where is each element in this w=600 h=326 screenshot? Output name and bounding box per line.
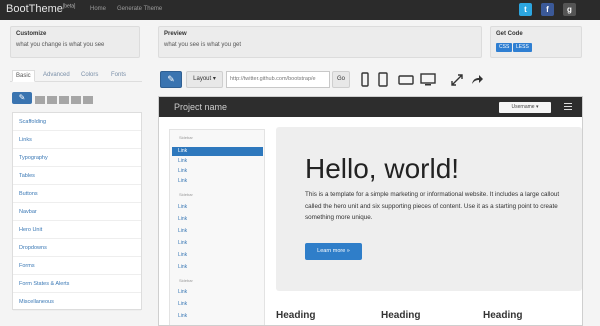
preview-sidebar: Sidebar Link Link Link Link Sidebar Link… — [169, 129, 265, 325]
sidebar-link[interactable]: Link — [172, 312, 263, 321]
top-navbar: BootTheme[beta] Home Generate Theme t f … — [0, 0, 600, 20]
color-swatch[interactable] — [59, 96, 69, 104]
tab-colors[interactable]: Colors — [78, 70, 101, 82]
menu-item-typography[interactable]: Typography — [13, 149, 141, 167]
tablet-landscape-icon[interactable] — [398, 72, 414, 87]
nav-home-link[interactable]: Home — [90, 6, 106, 12]
palette-icon[interactable]: ✎ — [12, 92, 32, 104]
get-code-box: Get Code CSS LESS — [490, 26, 582, 58]
expand-icon[interactable] — [450, 72, 464, 87]
tab-fonts[interactable]: Fonts — [108, 70, 129, 82]
color-swatch[interactable] — [47, 96, 57, 104]
content-heading: Heading — [276, 310, 316, 321]
menu-icon[interactable] — [564, 103, 572, 110]
sidebar-link[interactable]: Link — [172, 203, 263, 212]
tablet-icon[interactable] — [376, 72, 390, 87]
nav-generate-theme-link[interactable]: Generate Theme — [117, 6, 162, 12]
menu-item-form-states[interactable]: Form States & Alerts — [13, 275, 141, 293]
learn-more-button[interactable]: Learn more » — [305, 243, 362, 260]
color-swatch[interactable] — [71, 96, 81, 104]
phone-icon[interactable] — [358, 72, 372, 87]
preview-brand[interactable]: Project name — [174, 102, 227, 112]
get-code-title: Get Code — [496, 31, 523, 37]
menu-item-forms[interactable]: Forms — [13, 257, 141, 275]
hero-text: This is a template for a simple marketin… — [305, 191, 560, 221]
css-button[interactable]: CSS — [496, 43, 513, 52]
color-swatch[interactable] — [83, 96, 93, 104]
sidebar-header: Sidebar — [179, 135, 193, 140]
sidebar-link[interactable]: Link — [172, 177, 263, 186]
menu-item-scaffolding[interactable]: Scaffolding — [13, 113, 141, 131]
menu-item-dropdowns[interactable]: Dropdowns — [13, 239, 141, 257]
sidebar-header: Sidebar — [179, 278, 193, 283]
brand-logo[interactable]: BootTheme[beta] — [6, 3, 75, 15]
sidebar-link[interactable]: Link — [172, 251, 263, 260]
layout-dropdown[interactable]: Layout ▾ — [186, 71, 223, 88]
sidebar-link[interactable]: Link — [172, 227, 263, 236]
hero-title: Hello, world! — [305, 153, 460, 184]
sidebar-link[interactable]: Link — [172, 167, 263, 176]
content-heading: Heading — [483, 310, 523, 321]
sidebar-link[interactable]: Link — [172, 300, 263, 309]
content-heading: Heading — [381, 310, 421, 321]
sidebar-header: Sidebar — [179, 192, 193, 197]
facebook-icon[interactable]: f — [541, 3, 554, 16]
sidebar-link-active[interactable]: Link — [172, 147, 263, 156]
username-button[interactable]: Username ▾ — [499, 102, 551, 113]
sidebar-link[interactable]: Link — [172, 288, 263, 297]
edit-mode-button[interactable]: ✎ — [160, 71, 182, 88]
sidebar-link[interactable]: Link — [172, 239, 263, 248]
customize-tabs: Basic Advanced Colors Fonts — [10, 68, 142, 82]
preview-title: Preview — [164, 31, 187, 37]
url-input[interactable]: http://twitter.github.com/bootstrap/e — [226, 71, 330, 88]
menu-item-navbar[interactable]: Navbar — [13, 203, 141, 221]
share-icon[interactable] — [470, 72, 484, 87]
sidebar-link[interactable]: Link — [172, 263, 263, 272]
customize-text: what you change is what you see — [16, 42, 105, 48]
menu-item-hero-unit[interactable]: Hero Unit — [13, 221, 141, 239]
customize-title: Customize — [16, 31, 47, 37]
sidebar-link[interactable]: Link — [172, 157, 263, 166]
menu-item-tables[interactable]: Tables — [13, 167, 141, 185]
preview-frame: Project name Username ▾ Sidebar Link Lin… — [158, 96, 583, 326]
preview-navbar: Project name Username ▾ — [159, 97, 582, 117]
go-button[interactable]: Go — [332, 71, 350, 88]
customize-box: Customize what you change is what you se… — [10, 26, 140, 58]
customize-menu: Scaffolding Links Typography Tables Butt… — [12, 112, 142, 311]
sidebar-link[interactable]: Link — [172, 215, 263, 224]
menu-item-links[interactable]: Links — [13, 131, 141, 149]
google-plus-icon[interactable]: g — [563, 3, 576, 16]
color-swatch[interactable] — [35, 96, 45, 104]
menu-item-miscellaneous[interactable]: Miscellaneous — [13, 293, 141, 311]
menu-item-buttons[interactable]: Buttons — [13, 185, 141, 203]
preview-text: what you see is what you get — [164, 42, 242, 48]
twitter-icon[interactable]: t — [519, 3, 532, 16]
tab-advanced[interactable]: Advanced — [40, 70, 73, 82]
preview-info-box: Preview what you see is what you get — [158, 26, 482, 58]
less-button[interactable]: LESS — [513, 43, 532, 52]
tab-basic[interactable]: Basic — [12, 70, 35, 82]
desktop-icon[interactable] — [420, 72, 436, 87]
